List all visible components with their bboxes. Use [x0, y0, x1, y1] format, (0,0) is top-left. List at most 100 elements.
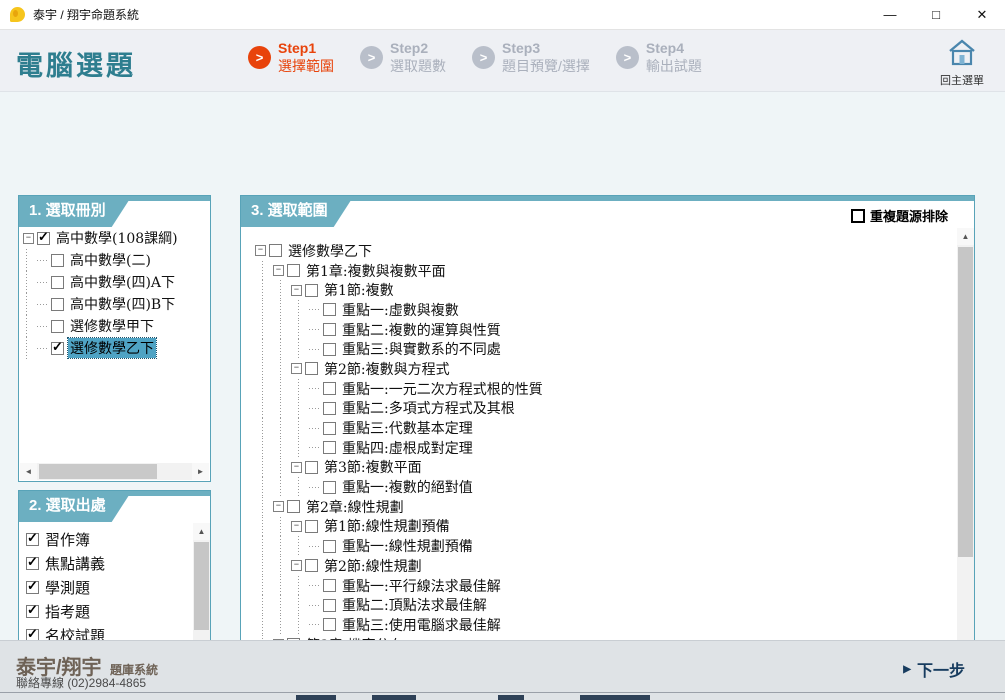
scope-checkbox[interactable]: [323, 441, 336, 454]
collapse-icon[interactable]: −: [273, 265, 284, 276]
scope-label[interactable]: 第2節:線性規劃: [322, 556, 424, 576]
collapse-icon[interactable]: −: [273, 501, 284, 512]
scope-label[interactable]: 第2節:複數與方程式: [322, 359, 452, 379]
book-checkbox[interactable]: [51, 342, 64, 355]
book-label-selected[interactable]: 選修數學乙下: [68, 338, 156, 358]
source-checkbox[interactable]: [26, 533, 39, 546]
step-1-chevron-icon: >: [248, 46, 271, 69]
collapse-icon[interactable]: −: [291, 285, 302, 296]
step-3: > Step3 題目預覽/選擇: [472, 40, 590, 75]
book-checkbox[interactable]: [51, 298, 64, 311]
page-title: 電腦選題: [16, 44, 136, 83]
panel-scope-select: 3. 選取範圍 重複題源排除 −選修數學乙下−第1章:複數與複數平面−第1節:複…: [240, 195, 975, 682]
tree-branch: [309, 447, 321, 448]
collapse-icon[interactable]: −: [255, 245, 266, 256]
tree-branch: [309, 329, 321, 330]
scope-checkbox[interactable]: [323, 481, 336, 494]
collapse-icon[interactable]: −: [291, 560, 302, 571]
next-step-button[interactable]: ▶ 下一步: [903, 657, 965, 681]
book-label[interactable]: 高中數學(108課綱): [54, 228, 180, 248]
book-checkbox[interactable]: [51, 254, 64, 267]
book-label[interactable]: 高中數學(二): [68, 250, 153, 270]
source-checkbox[interactable]: [26, 581, 39, 594]
source-checkbox[interactable]: [26, 605, 39, 618]
scroll-up-icon[interactable]: ▲: [957, 228, 974, 245]
scope-checkbox[interactable]: [305, 362, 318, 375]
collapse-icon[interactable]: −: [291, 521, 302, 532]
close-button[interactable]: ✕: [959, 0, 1005, 29]
cutoff-fragment: [498, 695, 524, 700]
scrollbar-thumb[interactable]: [194, 542, 209, 630]
scope-checkbox[interactable]: [323, 343, 336, 356]
scope-checkbox[interactable]: [323, 579, 336, 592]
book-checkbox[interactable]: [37, 232, 50, 245]
step-4: > Step4 輸出試題: [616, 40, 702, 75]
scope-checkbox[interactable]: [323, 402, 336, 415]
tree-branch: [309, 546, 321, 547]
cutoff-fragment: [580, 695, 650, 700]
step-2-name: Step2: [390, 40, 446, 58]
book-checkbox[interactable]: [51, 276, 64, 289]
book-label[interactable]: 選修數學甲下: [68, 316, 156, 336]
scope-label[interactable]: 第1節:複數: [322, 280, 396, 300]
scroll-up-icon[interactable]: ▲: [193, 523, 210, 540]
scope-label[interactable]: 第1章:複數與複數平面: [304, 261, 448, 281]
scroll-right-icon[interactable]: ►: [192, 463, 209, 480]
scope-checkbox[interactable]: [323, 382, 336, 395]
scope-label[interactable]: 重點三:使用電腦求最佳解: [340, 615, 503, 635]
step-4-name: Step4: [646, 40, 702, 58]
scope-checkbox[interactable]: [323, 303, 336, 316]
tree-row: 選修數學乙下: [19, 337, 210, 359]
minimize-button[interactable]: —: [867, 0, 913, 29]
collapse-icon[interactable]: −: [291, 462, 302, 473]
scope-checkbox[interactable]: [305, 520, 318, 533]
dedupe-option[interactable]: 重複題源排除: [851, 206, 948, 225]
scope-checkbox[interactable]: [323, 540, 336, 553]
dedupe-checkbox[interactable]: [851, 209, 865, 223]
scrollbar-thumb[interactable]: [958, 247, 973, 557]
tree-branch: [309, 585, 321, 586]
scope-checkbox[interactable]: [323, 422, 336, 435]
scope-label[interactable]: 重點二:多項式方程式及其根: [340, 398, 517, 418]
horizontal-scrollbar[interactable]: ◄ ►: [20, 463, 209, 480]
scope-label[interactable]: 重點一:線性規劃預備: [340, 536, 475, 556]
scope-label[interactable]: 重點二:頂點法求最佳解: [340, 595, 489, 615]
source-checkbox[interactable]: [26, 557, 39, 570]
scope-checkbox[interactable]: [269, 244, 282, 257]
scope-label[interactable]: 重點三:代數基本定理: [340, 418, 475, 438]
scope-checkbox[interactable]: [323, 599, 336, 612]
source-label[interactable]: 學測題: [45, 577, 90, 598]
scope-checkbox[interactable]: [305, 284, 318, 297]
scope-label[interactable]: 重點一:複數的絕對值: [340, 477, 475, 497]
maximize-button[interactable]: □: [913, 0, 959, 29]
scope-checkbox[interactable]: [305, 559, 318, 572]
scope-label[interactable]: 重點一:一元二次方程式根的性質: [340, 379, 545, 399]
collapse-icon[interactable]: −: [23, 233, 34, 244]
source-label[interactable]: 焦點講義: [45, 553, 105, 574]
scope-checkbox[interactable]: [323, 618, 336, 631]
collapse-icon[interactable]: −: [291, 363, 302, 374]
source-label[interactable]: 習作簿: [45, 529, 90, 550]
scope-checkbox[interactable]: [323, 323, 336, 336]
scope-label[interactable]: 第3節:複數平面: [322, 457, 424, 477]
scope-label[interactable]: 第2章:線性規劃: [304, 497, 406, 517]
scope-label[interactable]: 第1節:線性規劃預備: [322, 516, 452, 536]
home-button[interactable]: 回主選單: [933, 38, 991, 88]
book-label[interactable]: 高中數學(四)A下: [68, 272, 177, 292]
book-checkbox[interactable]: [51, 320, 64, 333]
scope-label[interactable]: 選修數學乙下: [286, 241, 374, 261]
scope-checkbox[interactable]: [287, 500, 300, 513]
scope-label[interactable]: 重點一:平行線法求最佳解: [340, 576, 503, 596]
book-label[interactable]: 高中數學(四)B下: [68, 294, 177, 314]
source-label[interactable]: 指考題: [45, 601, 90, 622]
scrollbar-thumb[interactable]: [39, 464, 157, 479]
scroll-left-icon[interactable]: ◄: [20, 463, 37, 480]
scope-label[interactable]: 重點一:虛數與複數: [340, 300, 461, 320]
scope-label[interactable]: 重點四:虛根成對定理: [340, 438, 475, 458]
scope-checkbox[interactable]: [287, 264, 300, 277]
scope-checkbox[interactable]: [305, 461, 318, 474]
home-label: 回主選單: [933, 72, 991, 88]
scope-label[interactable]: 重點二:複數的運算與性質: [340, 320, 503, 340]
scope-label[interactable]: 重點三:與實數系的不同處: [340, 339, 503, 359]
vertical-scrollbar[interactable]: ▲ ▼: [957, 228, 974, 680]
